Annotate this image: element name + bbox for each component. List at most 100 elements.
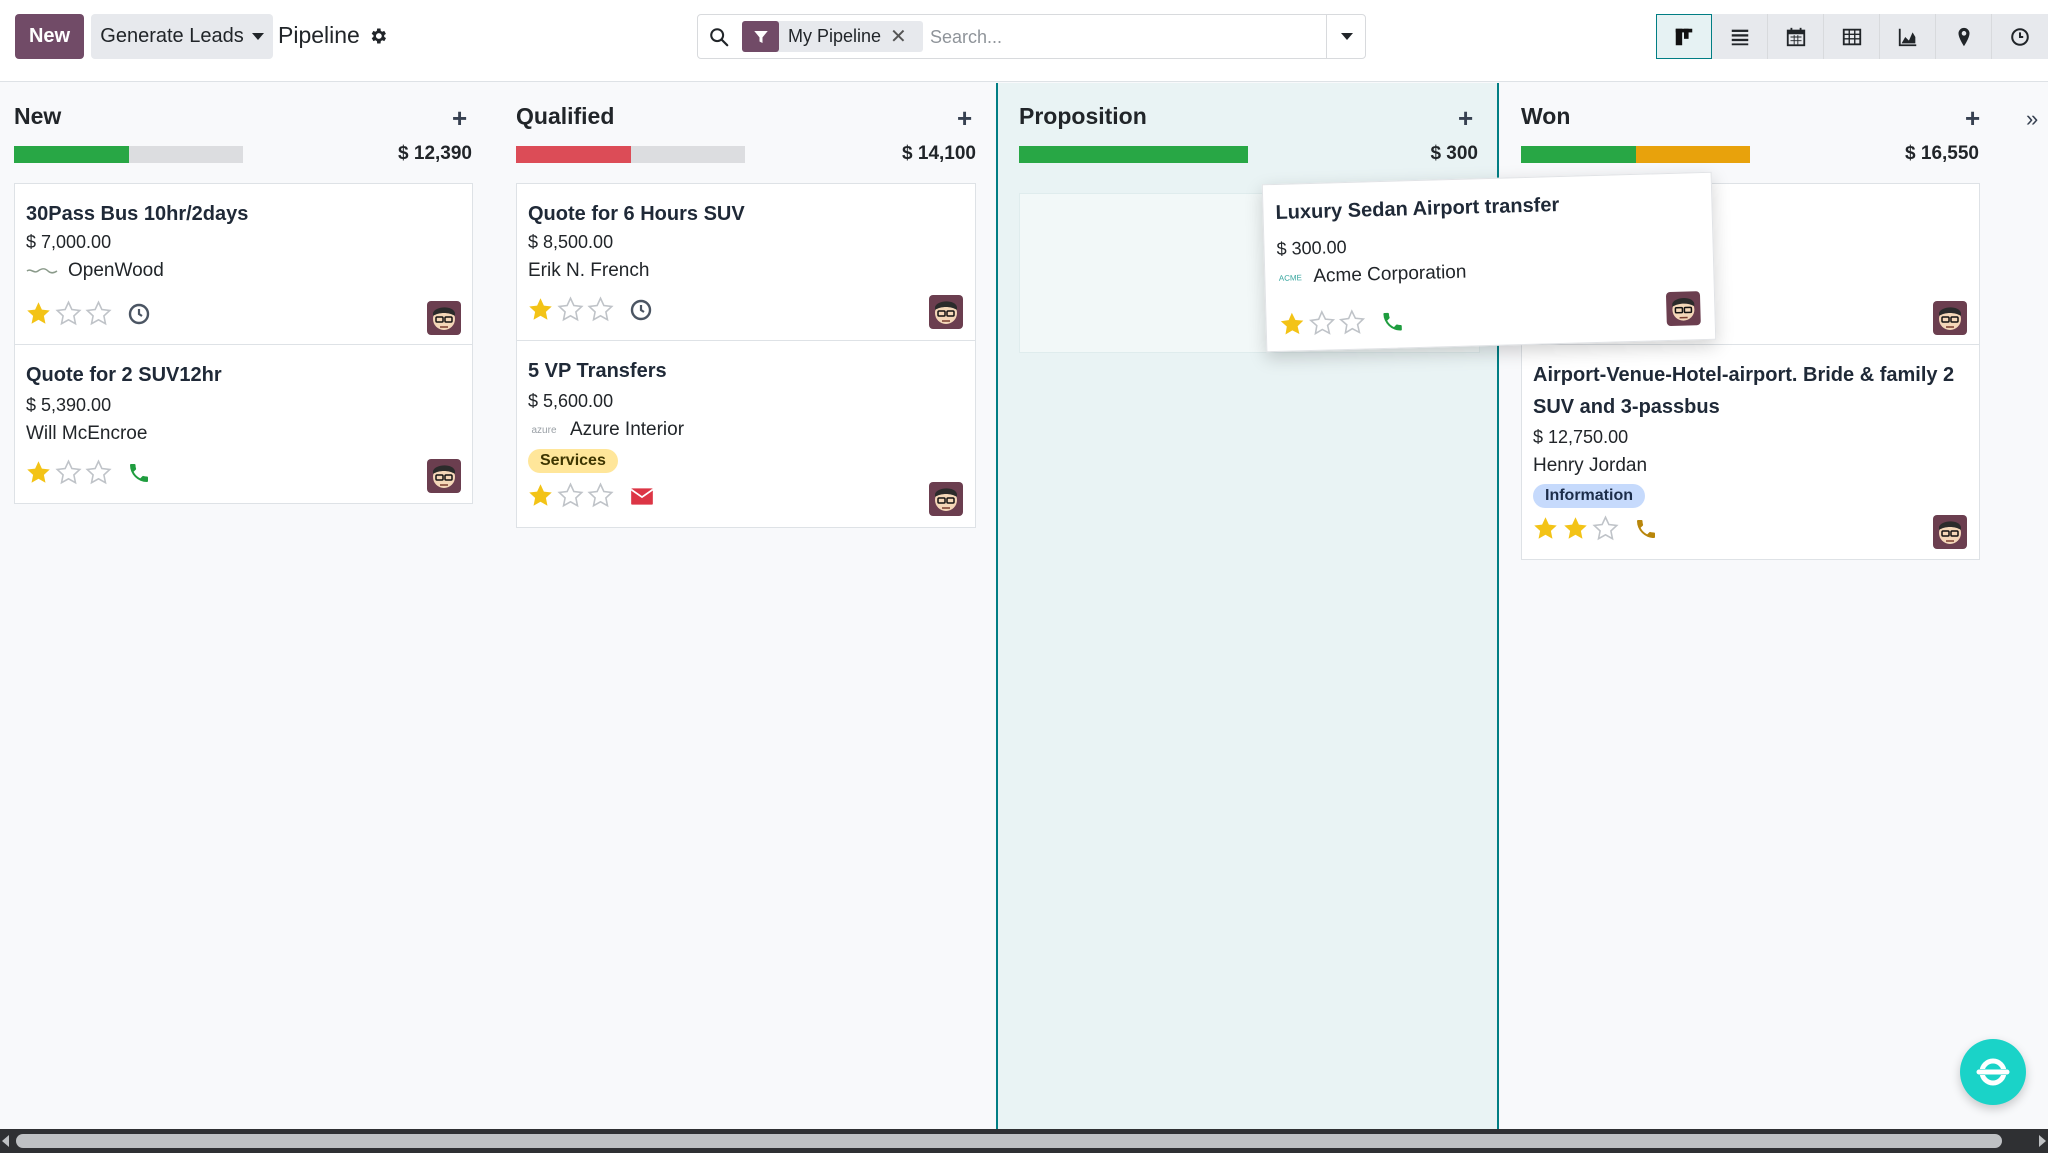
kanban-column-new: New + $ 12,390 30Pass Bus 10hr/2days $ 7… bbox=[0, 83, 488, 1129]
progress-segment[interactable] bbox=[630, 146, 745, 163]
partner-name: Azure Interior bbox=[570, 419, 685, 440]
chat-fab-button[interactable] bbox=[1960, 1039, 2026, 1105]
graph-view-button[interactable] bbox=[1880, 14, 1936, 59]
kanban-view-icon bbox=[1675, 28, 1693, 45]
star-empty-icon[interactable] bbox=[587, 296, 614, 323]
kanban-card[interactable]: Airport-Venue-Hotel-airport. Bride & fam… bbox=[1521, 344, 1980, 560]
column-progress-bar[interactable] bbox=[516, 146, 745, 163]
column-title: Proposition bbox=[1019, 103, 1147, 129]
activity-view-icon bbox=[2011, 27, 2029, 46]
quick-create-plus-icon[interactable]: + bbox=[1458, 103, 1473, 134]
card-amount: $ 8,500.00 bbox=[528, 232, 614, 252]
partner-name: Will McEncroe bbox=[26, 423, 148, 444]
star-empty-icon[interactable] bbox=[1308, 309, 1336, 337]
map-view-icon bbox=[1958, 27, 1969, 46]
column-sum: $ 300 bbox=[1430, 143, 1478, 164]
card-partner: Will McEncroe bbox=[26, 423, 147, 445]
search-input[interactable] bbox=[930, 23, 1320, 51]
star-filled-icon[interactable] bbox=[1278, 310, 1306, 338]
calendar-view-icon bbox=[1786, 27, 1805, 46]
column-title: New bbox=[14, 103, 62, 129]
search-options-toggle[interactable] bbox=[1326, 15, 1366, 58]
kanban-view-button[interactable] bbox=[1656, 14, 1712, 59]
card-amount: $ 7,000.00 bbox=[26, 232, 112, 252]
card-amount: $ 5,390.00 bbox=[26, 395, 112, 415]
gear-icon[interactable] bbox=[368, 26, 388, 46]
progress-segment[interactable] bbox=[1635, 146, 1750, 163]
card-footer bbox=[25, 300, 151, 327]
clock-icon[interactable] bbox=[127, 302, 151, 326]
progress-segment[interactable] bbox=[1521, 146, 1636, 163]
column-title: Qualified bbox=[516, 103, 615, 129]
envelope-icon[interactable] bbox=[629, 483, 655, 509]
new-button[interactable]: New bbox=[15, 14, 84, 59]
quick-create-plus-icon[interactable]: + bbox=[452, 103, 467, 134]
card-title: Airport-Venue-Hotel-airport. Bride & fam… bbox=[1533, 364, 1955, 418]
progress-segment[interactable] bbox=[128, 146, 243, 163]
facet-remove-icon[interactable]: ✕ bbox=[890, 24, 907, 49]
activity-view-button[interactable] bbox=[1992, 14, 2048, 59]
kanban-card[interactable]: Quote for 6 Hours SUV $ 8,500.00 Erik N.… bbox=[516, 183, 976, 341]
dragging-kanban-card[interactable]: Luxury Sedan Airport transfer $ 300.00 A… bbox=[1261, 171, 1717, 353]
column-sum: $ 14,100 bbox=[902, 143, 976, 164]
star-filled-icon[interactable] bbox=[1532, 515, 1559, 542]
search-icon[interactable] bbox=[708, 26, 730, 48]
caret-down-icon bbox=[1340, 33, 1353, 40]
scroll-right-icon[interactable] bbox=[2039, 1135, 2046, 1147]
star-filled-icon[interactable] bbox=[527, 296, 554, 323]
calendar-view-button[interactable] bbox=[1768, 14, 1824, 59]
card-footer bbox=[527, 482, 655, 509]
phone-icon[interactable] bbox=[127, 461, 151, 485]
star-empty-icon[interactable] bbox=[85, 300, 112, 327]
page-title: Pipeline bbox=[278, 22, 360, 48]
star-empty-icon[interactable] bbox=[1592, 515, 1619, 542]
kanban-column-qualified: Qualified + $ 14,100 Quote for 6 Hours S… bbox=[502, 83, 990, 1129]
column-progress-bar[interactable] bbox=[1019, 146, 1248, 163]
avatar bbox=[929, 482, 963, 516]
scrollbar-thumb[interactable] bbox=[16, 1134, 2002, 1148]
progress-segment[interactable] bbox=[516, 146, 631, 163]
star-empty-icon[interactable] bbox=[587, 482, 614, 509]
column-progress-bar[interactable] bbox=[14, 146, 243, 163]
card-title: 5 VP Transfers bbox=[528, 360, 667, 382]
quick-create-plus-icon[interactable]: + bbox=[957, 103, 972, 134]
avatar bbox=[929, 295, 963, 329]
avatar bbox=[1933, 515, 1967, 549]
map-view-button[interactable] bbox=[1936, 14, 1992, 59]
card-partner: azure Azure Interior bbox=[528, 419, 684, 441]
star-empty-icon[interactable] bbox=[557, 296, 584, 323]
azure-logo-icon: azure bbox=[531, 424, 557, 436]
phone-icon[interactable] bbox=[1380, 309, 1405, 334]
card-title: Quote for 2 SUV12hr bbox=[26, 364, 222, 386]
generate-leads-button[interactable]: Generate Leads bbox=[91, 14, 273, 59]
kanban-card[interactable]: 5 VP Transfers $ 5,600.00 azure Azure In… bbox=[516, 340, 976, 528]
star-empty-icon[interactable] bbox=[557, 482, 584, 509]
pivot-view-icon bbox=[1842, 28, 1861, 45]
star-filled-icon[interactable] bbox=[25, 459, 52, 486]
star-empty-icon[interactable] bbox=[55, 300, 82, 327]
star-empty-icon[interactable] bbox=[55, 459, 82, 486]
star-empty-icon[interactable] bbox=[85, 459, 112, 486]
scroll-left-icon[interactable] bbox=[2, 1135, 9, 1147]
star-filled-icon[interactable] bbox=[527, 482, 554, 509]
pivot-view-button[interactable] bbox=[1824, 14, 1880, 59]
quick-create-plus-icon[interactable]: + bbox=[1965, 103, 1980, 134]
search-facet[interactable]: My Pipeline ✕ bbox=[742, 21, 923, 52]
expand-columns-icon[interactable]: » bbox=[2026, 106, 2038, 132]
column-progress-bar[interactable] bbox=[1521, 146, 1750, 163]
progress-segment[interactable] bbox=[14, 146, 129, 163]
list-view-button[interactable] bbox=[1712, 14, 1768, 59]
card-partner: OpenWood bbox=[26, 260, 164, 282]
star-empty-icon[interactable] bbox=[1338, 308, 1366, 336]
star-filled-icon[interactable] bbox=[1562, 515, 1589, 542]
phone-icon[interactable] bbox=[1634, 517, 1658, 541]
filter-icon bbox=[742, 21, 779, 52]
partner-name: Erik N. French bbox=[528, 260, 650, 281]
star-filled-icon[interactable] bbox=[25, 300, 52, 327]
kanban-card[interactable]: Quote for 2 SUV12hr $ 5,390.00 Will McEn… bbox=[14, 344, 473, 504]
horizontal-scrollbar[interactable] bbox=[0, 1129, 2048, 1153]
progress-segment[interactable] bbox=[1019, 146, 1248, 163]
kanban-card[interactable]: 30Pass Bus 10hr/2days $ 7,000.00 OpenWoo… bbox=[14, 183, 473, 345]
clock-icon[interactable] bbox=[629, 298, 653, 322]
column-sum: $ 16,550 bbox=[1905, 143, 1979, 164]
